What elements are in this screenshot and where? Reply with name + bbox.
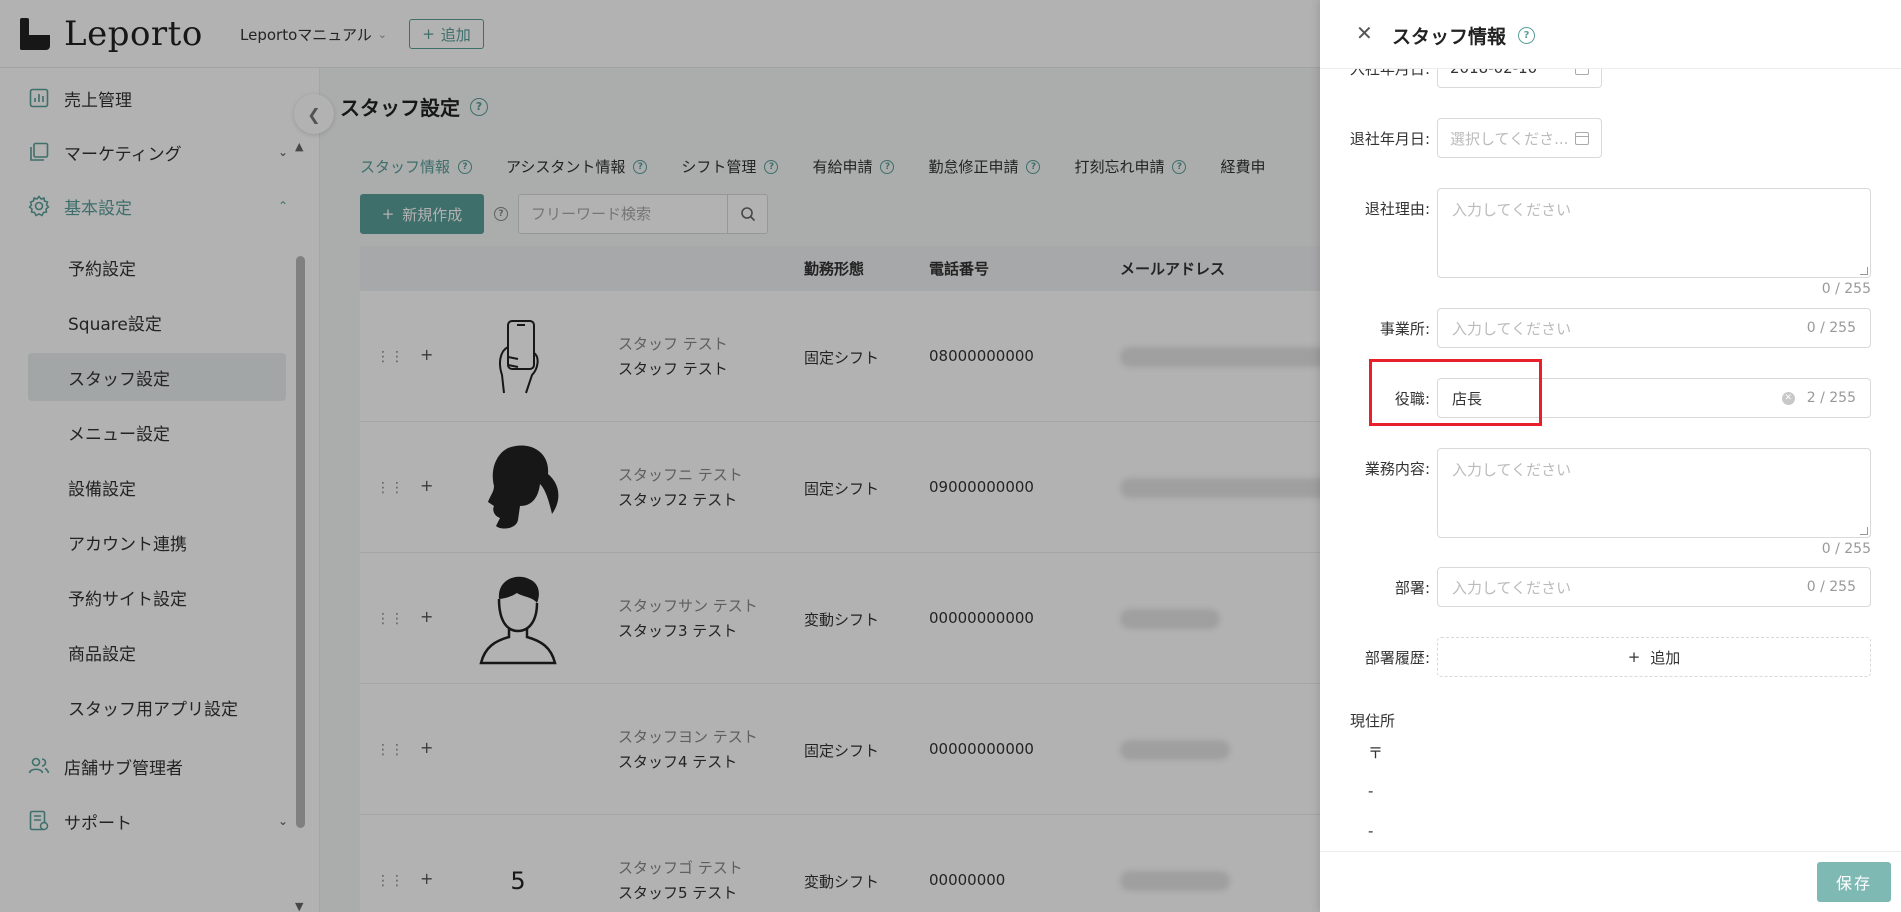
address-line-2: -	[1368, 822, 1374, 840]
help-icon[interactable]: ?	[1518, 27, 1536, 44]
leave-reason-label-text: 退社理由	[1364, 200, 1425, 218]
leave-reason-count: 0 / 255	[1821, 281, 1871, 297]
office-label-text: 事業所	[1379, 320, 1425, 338]
calendar-icon	[1575, 69, 1589, 75]
dept-history-label-text: 部署履歴	[1364, 649, 1425, 667]
hire-date-label: 入社年月日:	[1320, 69, 1430, 79]
drawer-title-text: スタッフ情報	[1392, 26, 1507, 48]
duties-label: 業務内容:	[1364, 460, 1430, 478]
duties-textarea[interactable]: 入力してください	[1437, 448, 1871, 538]
annotation-highlight-box	[1369, 359, 1542, 426]
leave-date-placeholder: 選択してくださ...	[1450, 129, 1569, 148]
leave-reason-placeholder: 入力してください	[1452, 201, 1572, 219]
add-dept-history-label: 追加	[1650, 648, 1681, 667]
drawer-title: スタッフ情報 ?	[1392, 22, 1536, 49]
dept-label-text: 部署	[1394, 579, 1425, 597]
drawer-footer: 保存	[1320, 851, 1901, 912]
address-line-1: -	[1368, 782, 1374, 800]
leave-date-label: 退社年月日:	[1349, 130, 1430, 148]
dept-history-label: 部署履歴:	[1364, 649, 1430, 667]
address-section-title: 現住所	[1350, 712, 1396, 730]
office-placeholder: 入力してください	[1452, 319, 1572, 338]
leave-reason-textarea[interactable]: 入力してください	[1437, 188, 1871, 278]
dept-count: 0 / 255	[1806, 579, 1856, 595]
hire-date-label-text: 入社年月日	[1349, 69, 1425, 78]
clear-icon[interactable]: ✕	[1781, 391, 1795, 405]
close-icon[interactable]: ✕	[1356, 22, 1378, 44]
resize-handle-icon[interactable]	[1860, 527, 1868, 535]
drawer-body: 入社年月日: 2018-02-10 退社年月日: 選択してくださ... 退社理由…	[1320, 69, 1901, 851]
drawer-header: ✕ スタッフ情報 ?	[1320, 0, 1901, 69]
resize-handle-icon[interactable]	[1860, 267, 1868, 275]
leave-date-label-text: 退社年月日	[1349, 130, 1425, 148]
duties-placeholder: 入力してください	[1452, 461, 1572, 479]
staff-info-drawer: ✕ スタッフ情報 ? 入社年月日: 2018-02-10 退社年月日: 選択して…	[1320, 0, 1901, 912]
dept-label: 部署:	[1394, 579, 1430, 597]
add-dept-history-button[interactable]: + 追加	[1437, 637, 1871, 677]
calendar-icon	[1575, 131, 1589, 145]
hire-date-picker[interactable]: 2018-02-10	[1437, 69, 1602, 88]
position-count: 2 / 255	[1806, 390, 1856, 406]
leave-date-picker[interactable]: 選択してくださ...	[1437, 118, 1602, 158]
office-label: 事業所:	[1379, 320, 1430, 338]
office-count: 0 / 255	[1806, 320, 1856, 336]
postal-mark: 〒	[1368, 744, 1384, 762]
modal-overlay[interactable]	[0, 0, 1320, 912]
dept-input[interactable]: 入力してください 0 / 255	[1437, 567, 1871, 607]
office-input[interactable]: 入力してください 0 / 255	[1437, 308, 1871, 348]
dept-placeholder: 入力してください	[1452, 578, 1572, 597]
duties-count: 0 / 255	[1821, 541, 1871, 557]
save-button[interactable]: 保存	[1817, 862, 1891, 902]
plus-icon: +	[1627, 648, 1641, 666]
duties-label-text: 業務内容	[1364, 460, 1425, 478]
leave-reason-label: 退社理由:	[1364, 200, 1430, 218]
hire-date-value: 2018-02-10	[1450, 69, 1575, 77]
